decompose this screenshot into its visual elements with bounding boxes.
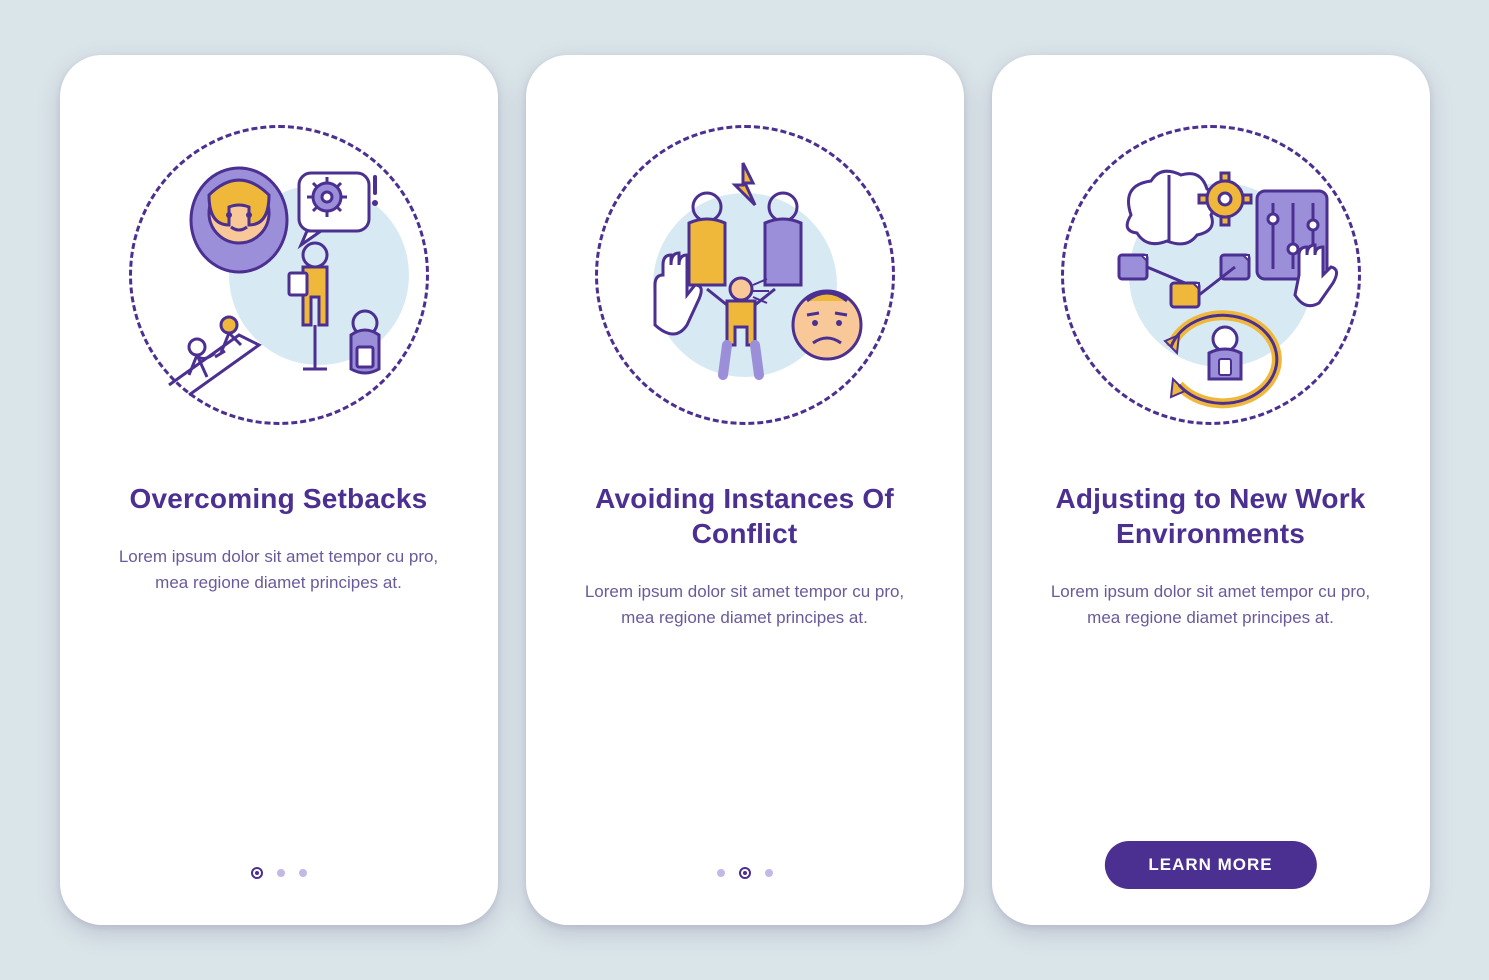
pagination-dot-3[interactable] <box>765 869 773 877</box>
onboarding-screen-2: Avoiding Instances Of Conflict Lorem ips… <box>526 55 964 925</box>
pagination-dot-2[interactable] <box>277 869 285 877</box>
onboarding-screen-3: Adjusting to New Work Environments Lorem… <box>992 55 1430 925</box>
screen-title: Avoiding Instances Of Conflict <box>585 481 905 551</box>
illustration-container <box>129 125 429 425</box>
screen-body: Lorem ipsum dolor sit amet tempor cu pro… <box>1051 579 1371 632</box>
illustration-container <box>595 125 895 425</box>
pagination-dot-2[interactable] <box>739 867 751 879</box>
screen-body: Lorem ipsum dolor sit amet tempor cu pro… <box>119 544 439 597</box>
screen-title: Overcoming Setbacks <box>130 481 428 516</box>
learn-more-button[interactable]: LEARN MORE <box>1104 841 1316 889</box>
dashed-circle <box>129 125 429 425</box>
dashed-circle <box>595 125 895 425</box>
pagination-dot-1[interactable] <box>251 867 263 879</box>
pagination-dot-3[interactable] <box>299 869 307 877</box>
illustration-container <box>1061 125 1361 425</box>
pagination-dots <box>526 867 964 879</box>
onboarding-screen-1: Overcoming Setbacks Lorem ipsum dolor si… <box>60 55 498 925</box>
screen-body: Lorem ipsum dolor sit amet tempor cu pro… <box>585 579 905 632</box>
dashed-circle <box>1061 125 1361 425</box>
screen-title: Adjusting to New Work Environments <box>1051 481 1371 551</box>
pagination-dot-1[interactable] <box>717 869 725 877</box>
pagination-dots <box>60 867 498 879</box>
